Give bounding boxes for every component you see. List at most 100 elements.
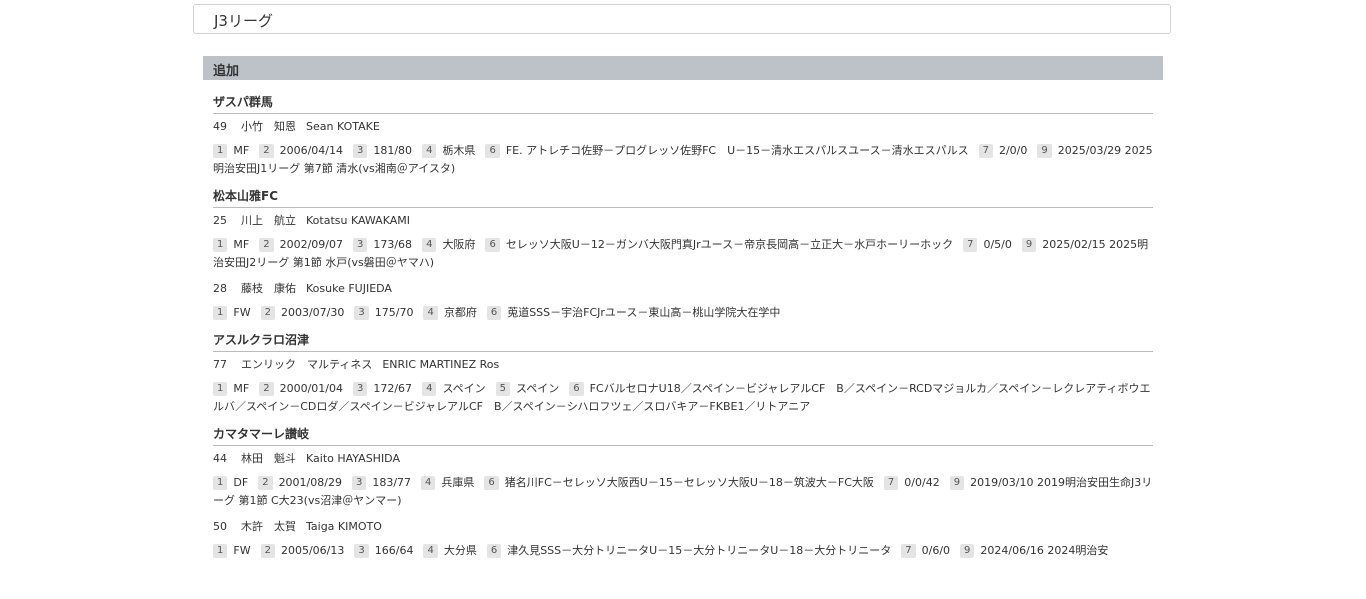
field-value: スペイン <box>442 382 486 395</box>
field-tag: 6 <box>485 238 500 252</box>
field-value: 172/67 <box>373 382 413 395</box>
field-value: 京都府 <box>443 306 477 319</box>
field-value: MF <box>233 382 250 395</box>
field-value: 2002/09/07 <box>279 238 343 251</box>
field-tag: 3 <box>352 238 368 252</box>
team-list: ザスパ群馬 49 小竹 知恩 Sean KOTAKE 1 MF 2 2006/04/14 3 18… <box>213 92 1153 570</box>
player-info: 1 FW 2 2005/06/13 3 166/64 4 大分県 6 津久見SSS－大分トリニータ… <box>213 542 1153 560</box>
field-tag: 1 <box>213 476 228 490</box>
field-value: DF <box>233 476 249 489</box>
player-name-ja[interactable]: 木許 太賀 <box>241 520 296 533</box>
field-value: 2001/08/29 <box>278 476 342 489</box>
field-value: FE. アトレチコ佐野－プログレッソ佐野FC U－15－清水エスパルスユース－清… <box>505 144 969 157</box>
player-info: 1 FW 2 2003/07/30 3 175/70 4 京都府 6 莵道SSS－宇治FCJrユー… <box>213 304 1153 322</box>
player-number: 77 <box>213 358 227 371</box>
player-entry: 44 林田 魁斗 Kaito HAYASHIDA 1 DF 2 2001/08/29 3 183… <box>213 452 1153 510</box>
field-tag: 6 <box>484 476 499 490</box>
player-name-en: Sean KOTAKE <box>306 120 380 133</box>
player-name-line: 50 木許 太賀 Taiga KIMOTO <box>213 520 1153 534</box>
player-number: 25 <box>213 214 227 227</box>
field-value: 0/0/42 <box>904 476 940 489</box>
player-name-line: 28 藤枝 康佑 Kosuke FUJIEDA <box>213 282 1153 296</box>
field-tag: 2 <box>260 306 275 320</box>
field-tag: 3 <box>351 476 367 490</box>
player-entry: 77 エンリック マルティネス ENRIC MARTINEZ Ros 1 MF 2 2000… <box>213 358 1153 416</box>
field-tag: 9 <box>949 476 965 490</box>
player-info: 1 MF 2 2002/09/07 3 173/68 4 大阪府 6 セレッソ大阪U－12－ガンバ… <box>213 236 1153 272</box>
team-name[interactable]: アスルクラロ沼津 <box>213 332 1153 352</box>
field-value: 181/80 <box>373 144 413 157</box>
field-tag: 9 <box>1037 144 1052 158</box>
player-name-ja[interactable]: 小竹 知恩 <box>241 120 296 133</box>
player-number: 44 <box>213 452 227 465</box>
field-tag: 1 <box>213 144 228 158</box>
field-tag: 1 <box>213 382 228 396</box>
player-number: 50 <box>213 520 227 533</box>
field-value: 2/0/0 <box>998 144 1028 157</box>
field-tag: 2 <box>259 144 274 158</box>
team-block: アスルクラロ沼津 77 エンリック マルティネス ENRIC MARTINEZ Ros… <box>213 332 1153 416</box>
field-value: 2024/06/16 2024明治安 <box>980 544 1109 557</box>
field-tag: 3 <box>352 382 368 396</box>
player-name-ja[interactable]: 藤枝 康佑 <box>241 282 296 295</box>
team-block: カマタマーレ讃岐 44 林田 魁斗 Kaito HAYASHIDA 1 DF 2 2001/0… <box>213 426 1153 560</box>
player-name-line: 25 川上 航立 Kotatsu KAWAKAMI <box>213 214 1153 228</box>
player-name-en: ENRIC MARTINEZ Ros <box>382 358 500 371</box>
field-value: 183/77 <box>372 476 412 489</box>
field-value: セレッソ大阪U－12－ガンバ大阪門真Jrユース－帝京長岡高－立正大－水戸ホーリー… <box>505 238 954 251</box>
field-value: 173/68 <box>373 238 413 251</box>
player-entry: 25 川上 航立 Kotatsu KAWAKAMI 1 MF 2 2002/09/07 3 17… <box>213 214 1153 272</box>
field-tag: 6 <box>485 144 500 158</box>
field-tag: 4 <box>423 544 438 558</box>
field-tag: 2 <box>259 382 274 396</box>
player-name-line: 44 林田 魁斗 Kaito HAYASHIDA <box>213 452 1153 466</box>
field-tag: 4 <box>422 382 437 396</box>
field-value: スペイン <box>516 382 560 395</box>
field-tag: 2 <box>260 544 275 558</box>
field-tag: 6 <box>569 382 584 396</box>
field-tag: 3 <box>354 544 369 558</box>
player-info: 1 DF 2 2001/08/29 3 183/77 4 兵庫県 6 猪名川FC－セレッソ大阪西U… <box>213 474 1153 510</box>
field-tag: 5 <box>495 382 511 396</box>
field-tag: 1 <box>213 306 228 320</box>
field-value: FW <box>233 306 251 319</box>
team-name[interactable]: ザスパ群馬 <box>213 94 1153 114</box>
field-tag: 1 <box>213 544 228 558</box>
field-value: 莵道SSS－宇治FCJrユース－東山高－桃山学院大在学中 <box>507 306 781 319</box>
field-value: 175/70 <box>374 306 414 319</box>
field-tag: 7 <box>978 144 993 158</box>
section-title: 追加 <box>213 64 240 79</box>
player-entry: 50 木許 太賀 Taiga KIMOTO 1 FW 2 2005/06/13 3 166/64… <box>213 520 1153 560</box>
player-name-en: Kosuke FUJIEDA <box>306 282 392 295</box>
field-tag: 2 <box>258 476 273 490</box>
field-value: 0/6/0 <box>921 544 951 557</box>
field-value: 166/64 <box>374 544 414 557</box>
field-value: MF <box>233 144 250 157</box>
field-tag: 7 <box>901 544 916 558</box>
player-entry: 28 藤枝 康佑 Kosuke FUJIEDA 1 FW 2 2003/07/30 3 175/… <box>213 282 1153 322</box>
field-tag: 7 <box>963 238 978 252</box>
player-name-ja[interactable]: 川上 航立 <box>241 214 296 227</box>
field-tag: 6 <box>486 306 502 320</box>
team-name[interactable]: カマタマーレ讃岐 <box>213 426 1153 446</box>
field-tag: 3 <box>354 306 369 320</box>
team-block: ザスパ群馬 49 小竹 知恩 Sean KOTAKE 1 MF 2 2006/04/14 3 18… <box>213 94 1153 178</box>
league-title: J3リーグ <box>214 12 273 30</box>
player-name-en: Kotatsu KAWAKAMI <box>306 214 410 227</box>
field-tag: 7 <box>883 476 899 490</box>
field-value: 2005/06/13 <box>280 544 345 557</box>
field-value: 0/5/0 <box>983 238 1012 251</box>
field-value: 大分県 <box>443 544 477 557</box>
player-number: 49 <box>213 120 227 133</box>
field-value: 兵庫県 <box>441 476 475 489</box>
section-header: 追加 <box>203 56 1163 80</box>
field-tag: 3 <box>352 144 368 158</box>
player-name-ja[interactable]: エンリック マルティネス <box>241 358 372 371</box>
field-tag: 9 <box>1021 238 1037 252</box>
field-tag: 1 <box>213 238 228 252</box>
team-name[interactable]: 松本山雅FC <box>213 188 1153 208</box>
field-tag: 4 <box>421 476 436 490</box>
player-name-ja[interactable]: 林田 魁斗 <box>241 452 296 465</box>
player-info: 1 MF 2 2000/01/04 3 172/67 4 スペイン 5 スペイン 6 FCバルセロナU… <box>213 380 1153 416</box>
player-name-en: Taiga KIMOTO <box>306 520 382 533</box>
